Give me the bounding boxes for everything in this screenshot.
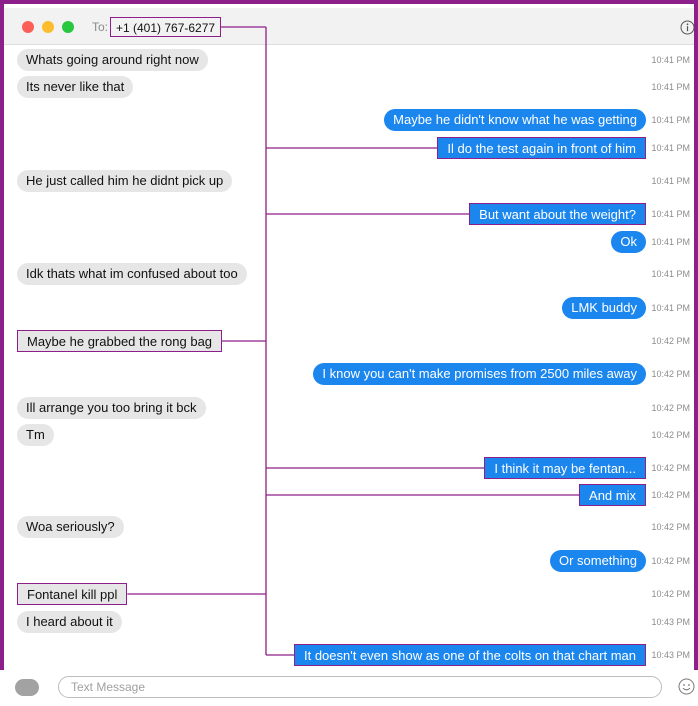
outgoing-message-bubble[interactable]: But want about the weight? (469, 203, 646, 225)
outgoing-message-bubble[interactable]: Il do the test again in front of him (437, 137, 646, 159)
outgoing-message-bubble[interactable]: It doesn't even show as one of the colts… (293, 644, 646, 666)
message-timestamp: 10:42 PM (651, 430, 690, 440)
app-store-icon[interactable] (15, 679, 39, 696)
message-timestamp: 10:42 PM (651, 490, 690, 500)
message-timestamp: 10:41 PM (651, 303, 690, 313)
message-timestamp: 10:41 PM (651, 82, 690, 92)
incoming-message-bubble[interactable]: Maybe he grabbed the rong bag (17, 330, 223, 352)
message-timestamp: 10:43 PM (651, 617, 690, 627)
incoming-message-bubble[interactable]: Whats going around right now (17, 49, 208, 71)
message-timestamp: 10:41 PM (651, 209, 690, 219)
message-timestamp: 10:43 PM (651, 650, 690, 660)
incoming-message-bubble[interactable]: Its never like that (17, 76, 134, 98)
message-timestamp: 10:42 PM (651, 336, 690, 346)
message-timestamp: 10:41 PM (651, 55, 690, 65)
incoming-message-bubble[interactable]: Fontanel kill ppl (17, 583, 128, 605)
outgoing-message-bubble[interactable]: Maybe he didn't know what he was getting (384, 109, 646, 131)
message-timestamp: 10:42 PM (651, 522, 690, 532)
incoming-message-bubble[interactable]: Tm (17, 424, 54, 446)
message-timestamp: 10:42 PM (651, 463, 690, 473)
message-timestamp: 10:42 PM (651, 556, 690, 566)
text-message-input[interactable]: Text Message (58, 676, 662, 698)
outgoing-message-bubble[interactable]: And mix (579, 484, 646, 506)
incoming-message-bubble[interactable]: Woa seriously? (17, 516, 124, 538)
message-timestamp: 10:41 PM (651, 269, 690, 279)
message-timestamp: 10:42 PM (651, 589, 690, 599)
message-timestamp: 10:41 PM (651, 115, 690, 125)
outgoing-message-bubble[interactable]: I think it may be fentan... (484, 457, 646, 479)
message-timestamp: 10:41 PM (651, 143, 690, 153)
incoming-message-bubble[interactable]: Idk thats what im confused about too (17, 263, 247, 285)
incoming-message-bubble[interactable]: I heard about it (17, 611, 122, 633)
outgoing-message-bubble[interactable]: LMK buddy (562, 297, 646, 319)
smiley-icon[interactable] (678, 678, 695, 695)
message-timestamp: 10:42 PM (651, 403, 690, 413)
incoming-message-bubble[interactable]: He just called him he didnt pick up (17, 170, 233, 192)
message-timestamp: 10:41 PM (651, 176, 690, 186)
outgoing-message-bubble[interactable]: Ok (611, 231, 646, 253)
incoming-message-bubble[interactable]: Ill arrange you too bring it bck (17, 397, 206, 419)
message-timestamp: 10:42 PM (651, 369, 690, 379)
message-timestamp: 10:41 PM (651, 237, 690, 247)
outgoing-message-bubble[interactable]: I know you can't make promises from 2500… (313, 363, 646, 385)
outgoing-message-bubble[interactable]: Or something (549, 550, 646, 572)
